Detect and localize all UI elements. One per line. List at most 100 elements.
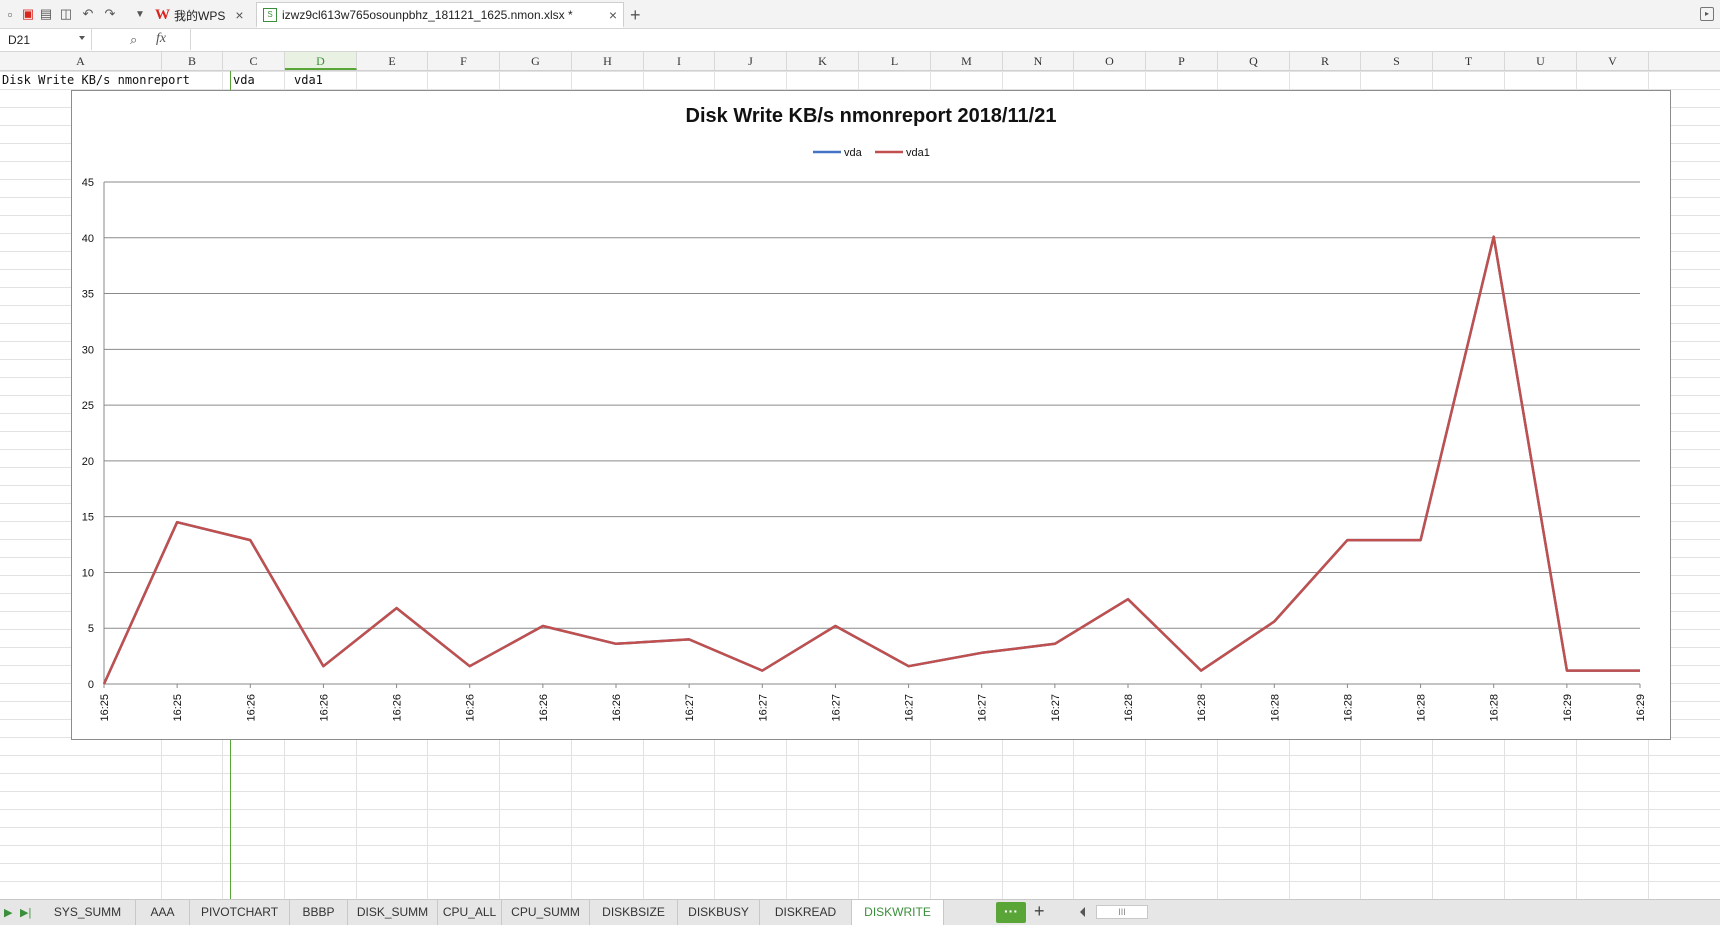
new-tab-button[interactable]: + — [630, 2, 641, 28]
quick-access-dropdown-icon[interactable]: ▼ — [132, 6, 148, 22]
sheet-tab-bar: ▶ ▶| SYS_SUMMAAAPIVOTCHARTBBBPDISK_SUMMC… — [0, 899, 1720, 925]
x-tick-label: 16:28 — [1196, 694, 1208, 722]
tab-workbook-label: izwz9cl613w765osounpbhz_181121_1625.nmon… — [282, 8, 599, 22]
cell-a1[interactable]: Disk Write KB/s nmonreport — [2, 73, 190, 87]
column-header-l[interactable]: L — [859, 52, 931, 70]
column-header-a[interactable]: A — [0, 52, 162, 70]
spreadsheet-file-icon: S — [263, 8, 277, 22]
column-header-v[interactable]: V — [1577, 52, 1649, 70]
name-box[interactable]: D21 — [0, 29, 92, 50]
cell-b1[interactable]: vda — [233, 73, 255, 87]
x-tick-label: 16:27 — [830, 694, 842, 722]
cell-c1[interactable]: vda1 — [294, 73, 323, 87]
insert-function-button[interactable]: fx — [156, 31, 166, 47]
chart-gridlines — [104, 182, 1640, 684]
sheet-tab-diskbsize[interactable]: DISKBSIZE — [590, 900, 678, 925]
title-tab-bar: ▫ ▣ ▤ ◫ ↶ ↷ ▼ W 我的WPS × S izwz9cl613w765… — [0, 0, 1720, 29]
sheet-tab-diskwrite[interactable]: DISKWRITE — [852, 900, 944, 925]
sheet-tab-cpu-summ[interactable]: CPU_SUMM — [502, 900, 590, 925]
tab-workbook[interactable]: S izwz9cl613w765osounpbhz_181121_1625.nm… — [256, 2, 624, 28]
legend-label-vda1: vda1 — [906, 147, 930, 159]
x-tick-label: 16:26 — [465, 694, 477, 722]
column-header-q[interactable]: Q — [1218, 52, 1290, 70]
zoom-icon[interactable]: ⌕ — [130, 32, 137, 48]
formula-input[interactable] — [190, 29, 1720, 50]
y-tick-label: 45 — [82, 177, 94, 189]
x-tick-label: 16:28 — [1416, 694, 1428, 722]
column-header-u[interactable]: U — [1505, 52, 1577, 70]
close-icon[interactable]: × — [609, 7, 617, 23]
undo-icon[interactable]: ↶ — [80, 6, 96, 22]
window-menu-icon[interactable]: ▸ — [1700, 7, 1714, 21]
horizontal-scrollbar[interactable]: III — [1096, 905, 1148, 919]
column-header-r[interactable]: R — [1290, 52, 1361, 70]
sheet-tab-cpu-all[interactable]: CPU_ALL — [438, 900, 502, 925]
sheet-tab-aaa[interactable]: AAA — [136, 900, 190, 925]
x-tick-label: 16:27 — [904, 694, 916, 722]
column-header-j[interactable]: J — [715, 52, 787, 70]
column-header-g[interactable]: G — [500, 52, 572, 70]
sheet-tab-disk-summ[interactable]: DISK_SUMM — [348, 900, 438, 925]
x-tick-label: 16:26 — [392, 694, 404, 722]
next-sheet-icon[interactable]: ▶ — [4, 906, 12, 919]
x-tick-label: 16:27 — [1050, 694, 1062, 722]
sheet-tab-sys-summ[interactable]: SYS_SUMM — [40, 900, 136, 925]
new-file-icon[interactable]: ▫ — [2, 6, 18, 22]
column-header-s[interactable]: S — [1361, 52, 1433, 70]
chart-canvas: Disk Write KB/s nmonreport 2018/11/21 vd… — [72, 91, 1670, 739]
column-header-n[interactable]: N — [1003, 52, 1074, 70]
sheet-tab-pivotchart[interactable]: PIVOTCHART — [190, 900, 290, 925]
sheet-tab-bbbp[interactable]: BBBP — [290, 900, 348, 925]
column-header-k[interactable]: K — [787, 52, 859, 70]
x-axis-ticks: 16:2516:2516:2616:2616:2616:2616:2616:26… — [99, 684, 1647, 722]
sheet-tab-diskbusy[interactable]: DISKBUSY — [678, 900, 760, 925]
close-icon[interactable]: × — [235, 7, 243, 23]
y-axis-ticks: 051015202530354045 — [82, 177, 94, 691]
chart-legend: vda vda1 — [813, 147, 930, 159]
more-sheets-button[interactable]: ··· — [996, 902, 1026, 923]
scroll-left-icon[interactable] — [1080, 907, 1085, 917]
y-tick-label: 35 — [82, 289, 94, 301]
x-tick-label: 16:29 — [1635, 694, 1647, 722]
legend-label-vda: vda — [844, 147, 863, 159]
column-header-m[interactable]: M — [931, 52, 1003, 70]
y-tick-label: 20 — [82, 456, 94, 468]
tab-my-wps[interactable]: W 我的WPS × — [155, 2, 255, 28]
redo-icon[interactable]: ↷ — [102, 6, 118, 22]
x-tick-label: 16:25 — [172, 694, 184, 722]
column-header-c[interactable]: C — [223, 52, 285, 70]
wps-logo-icon: W — [155, 7, 170, 24]
column-header-h[interactable]: H — [572, 52, 644, 70]
print-icon[interactable]: ▤ — [38, 6, 54, 22]
column-header-o[interactable]: O — [1074, 52, 1146, 70]
series-line-vda — [104, 237, 1640, 684]
y-tick-label: 15 — [82, 512, 94, 524]
column-header-row: ABCDEFGHIJKLMNOPQRSTUV — [0, 52, 1720, 71]
line-chart[interactable]: Disk Write KB/s nmonreport 2018/11/21 vd… — [71, 90, 1671, 740]
column-header-i[interactable]: I — [644, 52, 715, 70]
print-preview-icon[interactable]: ◫ — [58, 6, 74, 22]
column-header-t[interactable]: T — [1433, 52, 1505, 70]
column-header-b[interactable]: B — [162, 52, 223, 70]
x-tick-label: 16:28 — [1489, 694, 1501, 722]
pdf-export-icon[interactable]: ▣ — [20, 6, 36, 22]
x-tick-label: 16:26 — [245, 694, 257, 722]
x-tick-label: 16:26 — [318, 694, 330, 722]
y-tick-label: 5 — [88, 623, 94, 635]
y-tick-label: 30 — [82, 344, 94, 356]
x-tick-label: 16:28 — [1342, 694, 1354, 722]
add-sheet-button[interactable]: + — [1034, 901, 1045, 922]
sheet-tab-diskread[interactable]: DISKREAD — [760, 900, 852, 925]
last-sheet-icon[interactable]: ▶| — [20, 906, 31, 919]
y-tick-label: 0 — [88, 679, 94, 691]
tab-my-wps-label: 我的WPS — [174, 7, 225, 24]
x-tick-label: 16:27 — [977, 694, 989, 722]
x-tick-label: 16:27 — [757, 694, 769, 722]
column-header-p[interactable]: P — [1146, 52, 1218, 70]
column-header-d[interactable]: D — [285, 52, 357, 70]
x-tick-label: 16:29 — [1562, 694, 1574, 722]
x-tick-label: 16:25 — [99, 694, 111, 722]
column-header-f[interactable]: F — [428, 52, 500, 70]
chevron-down-icon[interactable] — [79, 36, 85, 40]
column-header-e[interactable]: E — [357, 52, 428, 70]
